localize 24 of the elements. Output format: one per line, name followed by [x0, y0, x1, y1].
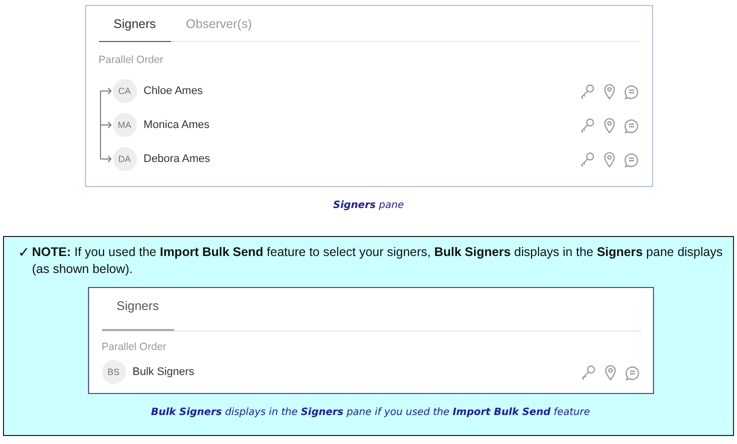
signer-name: Chloe Ames	[144, 85, 204, 97]
figure-caption: Signers pane	[333, 200, 404, 211]
avatar: MA	[112, 113, 136, 137]
signer-name: Bulk Signers	[132, 366, 196, 378]
key-icon[interactable]	[578, 82, 596, 100]
figure-caption: Bulk Signers displays in the Signers pane if you used the Import Bulk Send feature	[150, 407, 590, 418]
order-label: Parallel Order	[98, 54, 164, 66]
key-icon[interactable]	[578, 150, 596, 168]
signer-name: Monica Ames	[144, 119, 211, 131]
comment-icon[interactable]	[622, 116, 640, 134]
signer-name: Debora Ames	[144, 153, 212, 165]
order-label: Parallel Order	[102, 341, 168, 353]
avatar: DA	[112, 147, 136, 171]
tab[interactable]: Signers	[98, 6, 171, 42]
tab[interactable]: Signers	[102, 288, 174, 331]
note-text: NOTE: If you used the Import Bulk Send feature to select your signers, Bulk Signers displays in the Signers pane displays (as shown below).	[32, 244, 723, 278]
comment-icon[interactable]	[622, 150, 640, 168]
key-icon[interactable]	[578, 116, 596, 134]
key-icon[interactable]	[580, 364, 596, 380]
avatar: BS	[102, 360, 126, 384]
avatar: CA	[112, 79, 136, 103]
comment-icon[interactable]	[622, 82, 640, 100]
comment-icon[interactable]	[624, 364, 640, 380]
checkmark: ✓	[18, 244, 30, 261]
